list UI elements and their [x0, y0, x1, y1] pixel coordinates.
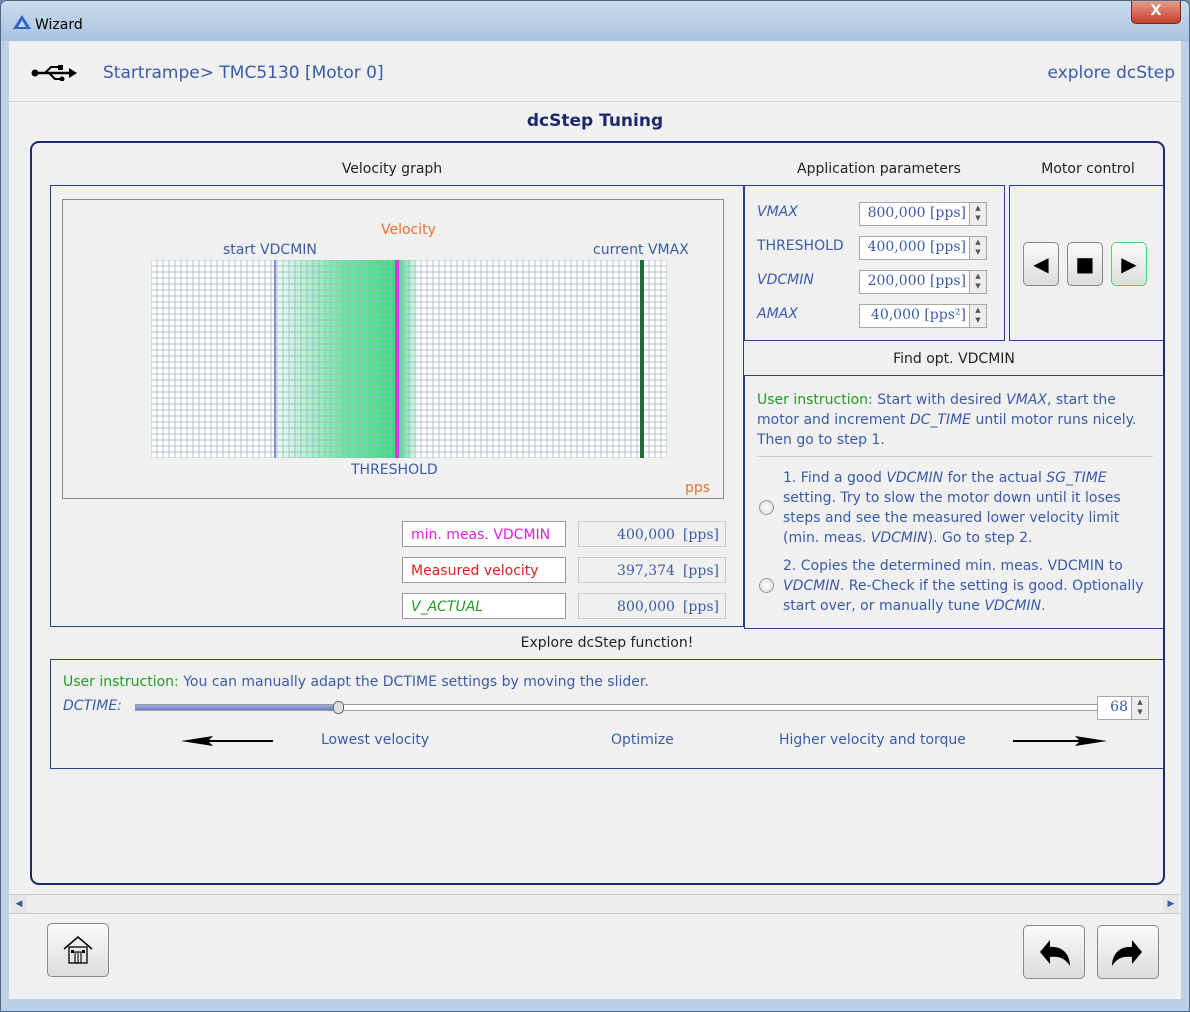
spin-arrows[interactable]: ▲ ▼ [969, 237, 986, 259]
breadcrumb: Startrampe> TMC5130 [Motor 0] [103, 63, 384, 83]
dctime-label: DCTIME: [63, 698, 122, 714]
param-value: 200,000 [pps] [867, 273, 966, 289]
pps-unit-label: pps [685, 480, 711, 496]
threshold-label: THRESHOLD [351, 462, 438, 478]
velocity-graph: Velocity start VDCMIN current VMAX THRES… [62, 199, 724, 499]
hint-mid: Optimize [611, 732, 674, 748]
param-label: VDCMIN [757, 272, 814, 288]
find-vdcmin-title: Find opt. VDCMIN [893, 351, 1015, 367]
param-value: 40,000 [pps²] [870, 307, 966, 323]
measurement-unit: [pps] [682, 527, 719, 543]
param-label: AMAX [757, 306, 798, 322]
velocity-label: Velocity [381, 222, 436, 238]
home-button[interactable] [47, 923, 109, 977]
param-value: 400,000 [pps] [867, 239, 966, 255]
redo-icon [1112, 940, 1142, 966]
step1-radio[interactable] [759, 500, 774, 515]
measurement-value: 400,000 [pps] [578, 521, 726, 547]
motor-control-panel: ◀ ■ ▶ [1009, 185, 1164, 341]
measurement-value: 800,000 [pps] [578, 593, 726, 619]
window-title: Wizard [35, 17, 83, 33]
find-instruction: User instruction: Start with desired VMA… [757, 392, 1137, 448]
measurement-label: V_ACTUAL [402, 593, 566, 619]
app-params-panel: VMAX 800,000 [pps] ▲ ▼ THRESHOLD 400,000 [pps… [744, 185, 1005, 341]
close-button[interactable]: X [1131, 1, 1181, 24]
play-right-icon[interactable]: ▶ [1111, 242, 1147, 286]
velocity-graph-title: Velocity graph [341, 161, 443, 177]
step2-text: 2. Copies the determined min. meas. VDCM… [783, 558, 1144, 614]
explore-panel: User instruction: You can manually adapt… [50, 659, 1164, 769]
page-title: dcStep Tuning [526, 111, 664, 131]
stop-icon[interactable]: ■ [1067, 242, 1103, 286]
param-label: THRESHOLD [757, 238, 844, 254]
explore-dcstep-link[interactable]: explore dcStep [1048, 63, 1175, 83]
measurement-number: 800,000 [617, 599, 675, 615]
slider-fill [136, 705, 339, 710]
current-vmax-label: current VMAX [593, 242, 689, 258]
usb-icon [31, 65, 77, 81]
slider-thumb[interactable] [333, 701, 345, 714]
app-icon [13, 15, 31, 29]
horizontal-scrollbar[interactable]: ◀ ▶ [9, 894, 1181, 914]
redo-button[interactable] [1097, 925, 1159, 979]
velocity-chart [151, 260, 667, 458]
measurement-number: 400,000 [617, 527, 675, 543]
explore-title: Explore dcStep function! [520, 635, 694, 651]
title-bar: Wizard X [1, 1, 1189, 41]
wizard-window: Wizard X Startrampe> TMC5130 [Motor 0] e… [0, 0, 1190, 1012]
header: Startrampe> TMC5130 [Motor 0] explore dc… [9, 41, 1181, 102]
measurement-unit: [pps] [682, 599, 719, 615]
app-params-title: Application parameters [797, 161, 961, 177]
arrow-right-icon [1013, 736, 1107, 746]
start-vdcmin-label: start VDCMIN [223, 242, 317, 258]
motor-control-title: Motor control [1041, 161, 1135, 177]
find-vdcmin-panel: User instruction: Start with desired VMA… [744, 375, 1164, 629]
step1-text: 1. Find a good VDCMIN for the actual SG_… [783, 470, 1121, 546]
spin-arrows[interactable]: ▲ ▼ [969, 203, 986, 225]
explore-instruction: User instruction: You can manually adapt… [63, 674, 649, 690]
param-spinbox[interactable]: 400,000 [pps] ▲ ▼ [859, 236, 987, 260]
arrow-left-icon [181, 736, 273, 746]
measurement-label: Measured velocity [402, 557, 566, 583]
param-label: VMAX [757, 204, 798, 220]
undo-button[interactable] [1023, 925, 1085, 979]
hint-low: Lowest velocity [321, 732, 430, 748]
param-spinbox[interactable]: 800,000 [pps] ▲ ▼ [859, 202, 987, 226]
home-icon [63, 936, 93, 964]
measurement-value: 397,374 [pps] [578, 557, 726, 583]
measurement-label: min. meas. VDCMIN [402, 521, 566, 547]
hint-high: Higher velocity and torque [779, 732, 966, 748]
spin-arrows[interactable]: ▲ ▼ [1131, 697, 1148, 719]
dctime-slider[interactable] [135, 701, 1099, 714]
scroll-left-icon[interactable]: ◀ [11, 895, 27, 913]
param-spinbox[interactable]: 200,000 [pps] ▲ ▼ [859, 270, 987, 294]
scroll-right-icon[interactable]: ▶ [1163, 895, 1179, 913]
play-left-icon[interactable]: ◀ [1023, 242, 1059, 286]
param-spinbox[interactable]: 40,000 [pps²] ▲ ▼ [859, 304, 987, 328]
dctime-spinbox[interactable]: 68 ▲ ▼ [1097, 696, 1149, 720]
measurement-unit: [pps] [682, 563, 719, 579]
undo-icon [1040, 940, 1070, 966]
spin-arrows[interactable]: ▲ ▼ [969, 271, 986, 293]
spin-arrows[interactable]: ▲ ▼ [969, 305, 986, 327]
param-value: 800,000 [pps] [867, 205, 966, 221]
measurement-number: 397,374 [617, 563, 675, 579]
main-frame: Velocity graph Velocity start VDCMIN cur… [30, 141, 1165, 885]
step2-radio[interactable] [759, 578, 774, 593]
separator [757, 456, 1153, 457]
client-area: Startrampe> TMC5130 [Motor 0] explore dc… [9, 41, 1181, 999]
